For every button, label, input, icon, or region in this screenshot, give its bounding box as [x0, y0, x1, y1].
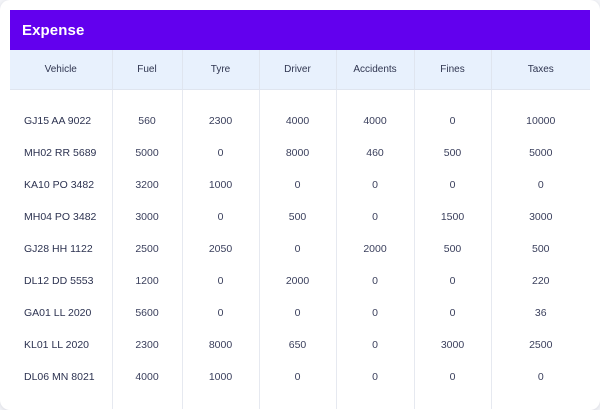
panel-title: Expense [22, 21, 85, 39]
cell-vehicle: KA10 PO 3482 [24, 179, 95, 191]
cell-accidents: 4000 [335, 105, 414, 137]
table-spacer-row [10, 393, 590, 409]
expense-header-bar: Expense [10, 10, 590, 50]
cell-fuel: 2300 [111, 329, 182, 361]
cell-taxes: 2500 [490, 329, 590, 361]
table-row[interactable]: GJ28 HH 1122 2500 2050 0 2000 500 500 [10, 233, 590, 265]
cell-tyre: 0 [181, 201, 259, 233]
cell-taxes: 0 [490, 361, 590, 393]
cell-fuel: 4000 [111, 361, 182, 393]
cell-accidents: 460 [335, 137, 414, 169]
cell-fuel: 1200 [111, 265, 182, 297]
cell-vehicle: GJ28 HH 1122 [24, 243, 93, 255]
cell-driver: 0 [258, 361, 336, 393]
table-row[interactable]: DL12 DD 5553 1200 0 2000 0 0 220 [10, 265, 590, 297]
cell-vehicle: GJ15 AA 9022 [24, 115, 92, 127]
cell-tyre: 0 [181, 137, 259, 169]
table-row[interactable]: KA10 PO 3482 3200 1000 0 0 0 0 [10, 169, 590, 201]
cell-fuel: 560 [111, 105, 182, 137]
cell-tyre: 0 [181, 265, 259, 297]
cell-vehicle: MH04 PO 3482 [24, 211, 97, 223]
column-header-driver[interactable]: Driver [258, 50, 336, 90]
cell-fuel: 2500 [111, 233, 182, 265]
table-row[interactable]: MH02 RR 5689 5000 0 8000 460 500 5000 [10, 137, 590, 169]
cell-fuel: 3200 [111, 169, 182, 201]
cell-fines: 1500 [413, 201, 491, 233]
cell-fuel: 5000 [111, 137, 182, 169]
cell-fines: 0 [413, 361, 491, 393]
table-row[interactable]: GA01 LL 2020 5600 0 0 0 0 36 [10, 297, 590, 329]
cell-taxes: 0 [490, 169, 590, 201]
column-header-fuel[interactable]: Fuel [111, 50, 182, 90]
cell-driver: 650 [258, 329, 336, 361]
cell-driver: 0 [258, 297, 336, 329]
column-header-tyre[interactable]: Tyre [181, 50, 259, 90]
cell-fines: 3000 [413, 329, 491, 361]
cell-vehicle: KL01 LL 2020 [24, 339, 90, 351]
cell-accidents: 0 [335, 361, 414, 393]
column-header-fines[interactable]: Fines [413, 50, 491, 90]
cell-driver: 0 [258, 233, 336, 265]
cell-fines: 0 [413, 105, 491, 137]
cell-tyre: 2050 [181, 233, 259, 265]
table-row[interactable]: KL01 LL 2020 2300 8000 650 0 3000 2500 [10, 329, 590, 361]
cell-fuel: 3000 [111, 201, 182, 233]
cell-tyre: 8000 [181, 329, 259, 361]
cell-driver: 2000 [258, 265, 336, 297]
cell-driver: 8000 [258, 137, 336, 169]
cell-tyre: 0 [181, 297, 259, 329]
cell-accidents: 2000 [335, 233, 414, 265]
cell-tyre: 2300 [181, 105, 259, 137]
cell-vehicle: MH02 RR 5689 [24, 147, 97, 159]
cell-taxes: 5000 [490, 137, 590, 169]
cell-vehicle: GA01 LL 2020 [24, 307, 92, 319]
cell-taxes: 220 [490, 265, 590, 297]
table-header-row: Vehicle Fuel Tyre Driver Accidents Fines… [10, 50, 590, 90]
table-row[interactable]: DL06 MN 8021 4000 1000 0 0 0 0 [10, 361, 590, 393]
cell-tyre: 1000 [181, 361, 259, 393]
cell-driver: 0 [258, 169, 336, 201]
expense-table-container: Vehicle Fuel Tyre Driver Accidents Fines… [10, 50, 590, 410]
cell-vehicle: DL06 MN 8021 [24, 371, 95, 383]
cell-tyre: 1000 [181, 169, 259, 201]
expense-card: Expense Vehicle Fuel Tyre Driver Acciden… [0, 0, 600, 410]
expense-table: Vehicle Fuel Tyre Driver Accidents Fines… [10, 50, 590, 409]
cell-fines: 500 [413, 233, 491, 265]
cell-taxes: 10000 [490, 105, 590, 137]
cell-accidents: 0 [335, 329, 414, 361]
cell-accidents: 0 [335, 169, 414, 201]
cell-accidents: 0 [335, 297, 414, 329]
cell-driver: 4000 [258, 105, 336, 137]
column-header-vehicle[interactable]: Vehicle [10, 50, 112, 90]
table-row[interactable]: GJ15 AA 9022 560 2300 4000 4000 0 10000 [10, 105, 590, 137]
cell-taxes: 36 [490, 297, 590, 329]
cell-taxes: 500 [490, 233, 590, 265]
cell-vehicle: DL12 DD 5553 [24, 275, 94, 287]
cell-taxes: 3000 [490, 201, 590, 233]
cell-driver: 500 [258, 201, 336, 233]
cell-fuel: 5600 [111, 297, 182, 329]
cell-fines: 0 [413, 265, 491, 297]
column-header-accidents[interactable]: Accidents [335, 50, 414, 90]
cell-accidents: 0 [335, 265, 414, 297]
cell-fines: 0 [413, 297, 491, 329]
cell-accidents: 0 [335, 201, 414, 233]
table-row[interactable]: MH04 PO 3482 3000 0 500 0 1500 3000 [10, 201, 590, 233]
cell-fines: 0 [413, 169, 491, 201]
table-spacer-row [10, 89, 590, 105]
column-header-taxes[interactable]: Taxes [490, 50, 590, 90]
cell-fines: 500 [413, 137, 491, 169]
